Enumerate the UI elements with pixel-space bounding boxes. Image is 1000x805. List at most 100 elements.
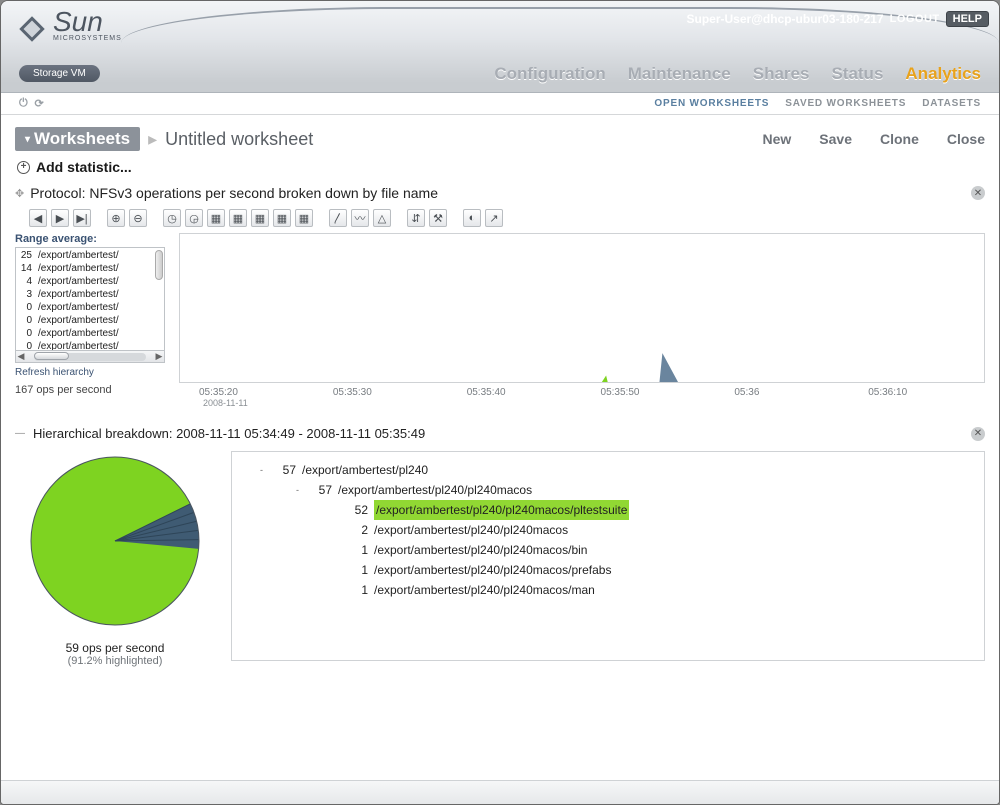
help-button[interactable]: HELP — [946, 11, 989, 27]
range-row[interactable]: 0/export/ambertest/ — [18, 327, 162, 340]
range-row[interactable]: 0/export/ambertest/ — [18, 340, 162, 351]
zoom-in-button[interactable]: ⊕ — [107, 209, 125, 227]
stat-close-button[interactable]: ✕ — [971, 186, 985, 200]
tree-count: 2 — [348, 520, 368, 540]
area-chart-svg — [180, 234, 984, 383]
scroll-right-icon[interactable]: ▶ — [154, 351, 164, 362]
nav-forward-button[interactable]: ▶ — [51, 209, 69, 227]
tree-count: 57 — [312, 480, 332, 500]
nav-back-button[interactable]: ◀ — [29, 209, 47, 227]
footer-bar — [1, 780, 999, 804]
chart-toolbar: ◀▶▶|⊕⊖◷◶▦▦▦▦▦〳〰△⇵⚒◐↗ — [29, 209, 985, 227]
x-tick: 05:36:10 — [868, 387, 979, 398]
range-row[interactable]: 0/export/ambertest/ — [18, 314, 162, 327]
tree-count: 52 — [348, 500, 368, 520]
drilldown-button[interactable]: ⚒ — [429, 209, 447, 227]
cal-month-button[interactable]: ▦ — [295, 209, 313, 227]
brand-logo: Sun microsystems — [17, 12, 122, 46]
main-chart[interactable]: 540 0 — [179, 233, 985, 383]
chart-mountain-button[interactable]: △ — [373, 209, 391, 227]
breakdown-close-button[interactable]: ✕ — [971, 427, 985, 441]
subtab-open-worksheets[interactable]: OPEN WORKSHEETS — [654, 98, 769, 109]
collapse-toggle-icon[interactable]: — — [15, 428, 25, 439]
add-statistic-row[interactable]: + Add statistic... — [17, 159, 983, 175]
range-average-list[interactable]: 25/export/ambertest/14/export/ambertest/… — [15, 247, 165, 351]
tree-row[interactable]: 1/export/ambertest/pl240/pl240macos/bin — [242, 540, 974, 560]
storage-badge[interactable]: Storage VM — [19, 65, 100, 82]
range-row[interactable]: 25/export/ambertest/ — [18, 249, 162, 262]
tree-path: /export/ambertest/pl240/pl240macos/pltes… — [374, 500, 629, 520]
breadcrumb-separator-icon: ▸ — [148, 129, 157, 150]
tree-path: /export/ambertest/pl240/pl240macos — [338, 480, 532, 500]
tree-row[interactable]: 52/export/ambertest/pl240/pl240macos/plt… — [242, 500, 974, 520]
refresh-hierarchy-link[interactable]: Refresh hierarchy — [15, 367, 165, 378]
range-row[interactable]: 14/export/ambertest/ — [18, 262, 162, 275]
logout-link[interactable]: LOGOUT — [890, 13, 940, 25]
new-button[interactable]: New — [762, 131, 791, 147]
popout-button[interactable]: ↗ — [485, 209, 503, 227]
pie-chart[interactable] — [25, 451, 205, 631]
tab-status[interactable]: Status — [831, 64, 883, 84]
tree-path: /export/ambertest/pl240 — [302, 460, 428, 480]
clone-button[interactable]: Clone — [880, 131, 919, 147]
time-back-button[interactable]: ◷ — [163, 209, 181, 227]
shrink-v-button[interactable]: ⇵ — [407, 209, 425, 227]
tree-row[interactable]: -57/export/ambertest/pl240 — [242, 460, 974, 480]
x-tick: 05:36 — [734, 387, 845, 398]
chart-line-button[interactable]: 〳 — [329, 209, 347, 227]
worksheet-title[interactable]: Untitled worksheet — [165, 129, 313, 150]
collapse-icon[interactable]: - — [296, 480, 306, 500]
breakdown-header: — Hierarchical breakdown: 2008-11-11 05:… — [15, 426, 985, 441]
brand-sub: microsystems — [53, 35, 122, 42]
time-forward-button[interactable]: ◶ — [185, 209, 203, 227]
drag-handle-icon[interactable]: ✥ — [15, 187, 24, 200]
tree-count: 1 — [348, 560, 368, 580]
contrast-button[interactable]: ◐ — [463, 209, 481, 227]
range-average-title: Range average: — [15, 233, 165, 245]
range-row[interactable]: 4/export/ambertest/ — [18, 275, 162, 288]
chart-area-button[interactable]: 〰 — [351, 209, 369, 227]
add-statistic-label: Add statistic... — [36, 159, 132, 175]
x-tick: 05:35:40 — [467, 387, 578, 398]
scroll-handle[interactable] — [34, 352, 69, 360]
sun-logo-icon — [17, 14, 47, 44]
pie-highlight-label: (91.2% highlighted) — [15, 655, 215, 667]
pie-ops-label: 59 ops per second — [15, 641, 215, 655]
tree-row[interactable]: 2/export/ambertest/pl240/pl240macos — [242, 520, 974, 540]
cal-hour-button[interactable]: ▦ — [229, 209, 247, 227]
x-tick: 05:35:20 — [199, 387, 310, 398]
cal-week-button[interactable]: ▦ — [273, 209, 291, 227]
range-row[interactable]: 0/export/ambertest/ — [18, 301, 162, 314]
range-row[interactable]: 3/export/ambertest/ — [18, 288, 162, 301]
cal-day-button[interactable]: ▦ — [251, 209, 269, 227]
content-area: ▾ Worksheets ▸ Untitled worksheet New Sa… — [1, 115, 999, 780]
subtab-datasets[interactable]: DATASETS — [922, 98, 981, 109]
power-icon[interactable]: ⏻ — [19, 97, 29, 110]
tab-shares[interactable]: Shares — [753, 64, 810, 84]
tree-row[interactable]: 1/export/ambertest/pl240/pl240macos/man — [242, 580, 974, 600]
scrollbar-horizontal[interactable]: ◀ ▶ — [15, 351, 165, 363]
tab-analytics[interactable]: Analytics — [905, 64, 981, 84]
refresh-icon[interactable]: ⟳ — [35, 97, 45, 110]
stat-title-row: ✥ Protocol: NFSv3 operations per second … — [15, 185, 985, 201]
tree-row[interactable]: -57/export/ambertest/pl240/pl240macos — [242, 480, 974, 500]
scroll-left-icon[interactable]: ◀ — [16, 351, 26, 362]
tree-count: 57 — [276, 460, 296, 480]
collapse-icon[interactable]: - — [260, 460, 270, 480]
main-nav: Storage VM Configuration Maintenance Sha… — [1, 52, 999, 92]
save-button[interactable]: Save — [819, 131, 852, 147]
worksheets-dropdown[interactable]: ▾ Worksheets — [15, 127, 140, 151]
range-average-pane: Range average: 25/export/ambertest/14/ex… — [15, 233, 165, 396]
zoom-out-button[interactable]: ⊖ — [129, 209, 147, 227]
subtab-saved-worksheets[interactable]: SAVED WORKSHEETS — [785, 98, 906, 109]
scrollbar-vertical[interactable] — [155, 250, 163, 280]
nav-end-button[interactable]: ▶| — [73, 209, 91, 227]
tree-row[interactable]: 1/export/ambertest/pl240/pl240macos/pref… — [242, 560, 974, 580]
close-button[interactable]: Close — [947, 131, 985, 147]
tree-path: /export/ambertest/pl240/pl240macos — [374, 520, 568, 540]
cal-minute-button[interactable]: ▦ — [207, 209, 225, 227]
user-bar: Super-User@dhcp-ubur03-180-217 LOGOUT HE… — [687, 11, 990, 27]
x-tick: 05:35:50 — [601, 387, 712, 398]
tab-maintenance[interactable]: Maintenance — [628, 64, 731, 84]
tab-configuration[interactable]: Configuration — [494, 64, 605, 84]
